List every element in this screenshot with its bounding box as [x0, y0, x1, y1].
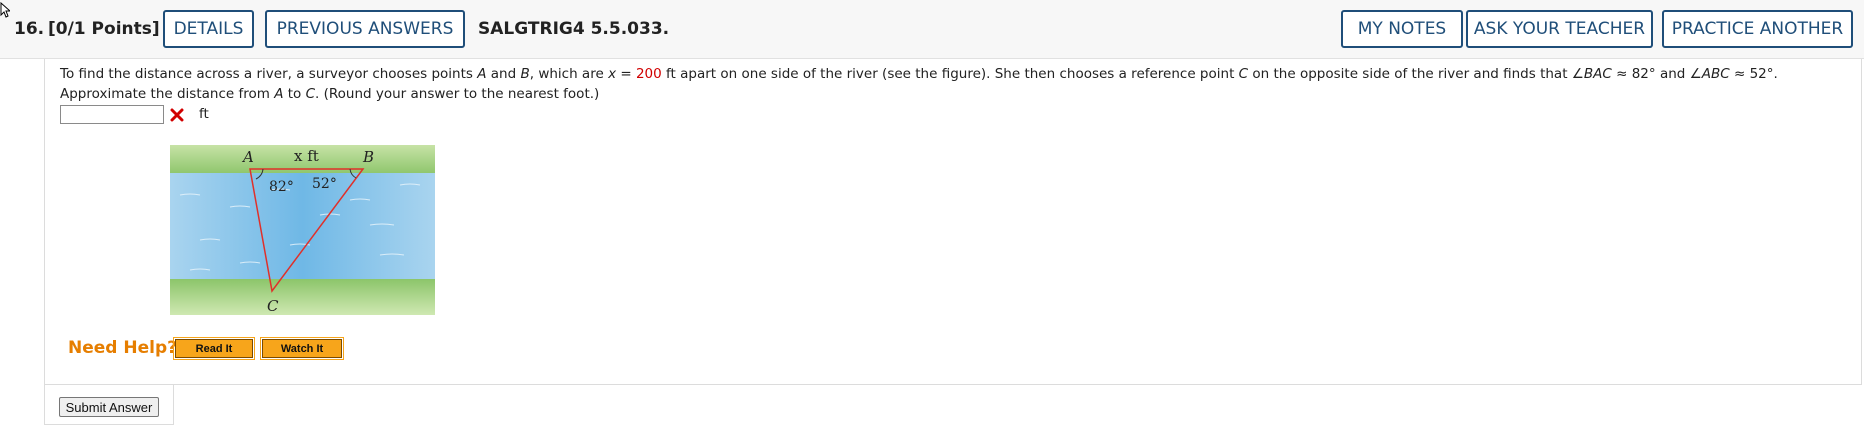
need-help-title: Need Help? — [68, 338, 177, 358]
point-b-label: B — [520, 66, 530, 82]
answer-input[interactable] — [60, 105, 164, 124]
submit-answer-button[interactable]: Submit Answer — [59, 397, 159, 417]
question-header: 16. [0/1 Points] DETAILS PREVIOUS ANSWER… — [0, 0, 1864, 59]
points-label: [0/1 Points] — [48, 19, 160, 39]
ask-your-teacher-button[interactable]: ASK YOUR TEACHER — [1466, 10, 1653, 48]
previous-answers-button[interactable]: PREVIOUS ANSWERS — [265, 10, 465, 48]
watch-it-button[interactable]: Watch It — [260, 337, 344, 360]
figure-angle-a: 82° — [269, 179, 294, 195]
my-notes-button[interactable]: MY NOTES — [1341, 10, 1463, 48]
figure-label-c: C — [267, 297, 279, 315]
figure-label-x: x ft — [294, 147, 319, 165]
incorrect-x-icon — [170, 108, 184, 122]
variable-x: x — [608, 66, 617, 82]
question-number: 16. — [14, 19, 45, 39]
point-c-label: C — [1238, 66, 1249, 82]
mouse-cursor-icon — [0, 2, 10, 18]
answer-unit: ft — [199, 106, 209, 122]
question-text: To find the distance across a river, a s… — [60, 66, 1778, 102]
x-value: 200 — [635, 66, 662, 82]
read-it-button[interactable]: Read It — [173, 337, 255, 360]
river-triangle-figure: A x ft B C 82° 52° — [170, 145, 435, 315]
figure-angle-b: 52° — [312, 176, 337, 192]
details-button[interactable]: DETAILS — [163, 10, 254, 48]
figure-label-b: B — [362, 148, 374, 166]
question-code: SALGTRIG4 5.5.033. — [478, 19, 670, 39]
figure-label-a: A — [241, 148, 254, 166]
practice-another-button[interactable]: PRACTICE ANOTHER — [1662, 10, 1853, 48]
